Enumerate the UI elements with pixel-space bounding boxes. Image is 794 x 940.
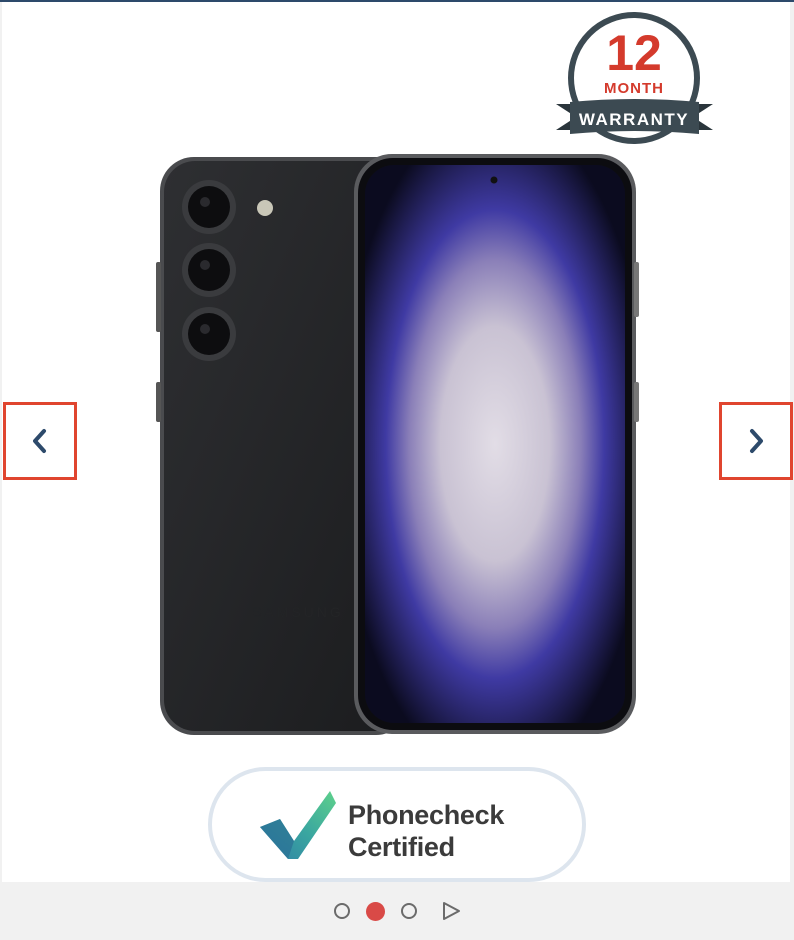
front-camera-icon: [490, 176, 498, 184]
product-gallery: SAMSUNG 12 MONTH WARRANTY Phonecheck Cer…: [2, 2, 793, 882]
next-image-button[interactable]: [719, 402, 793, 480]
certified-line-1: Phonecheck: [348, 800, 505, 830]
phonecheck-certified-badge: Phonecheck Certified: [208, 767, 586, 882]
product-image: SAMSUNG: [156, 154, 639, 735]
play-icon[interactable]: [441, 901, 461, 921]
pagination-dot-1[interactable]: [333, 903, 350, 919]
certified-line-2: Certified: [348, 832, 455, 862]
camera-lens-2: [182, 243, 236, 297]
camera-lens-3: [182, 307, 236, 361]
previous-image-button[interactable]: [3, 402, 77, 480]
pagination-dot-2[interactable]: [365, 901, 385, 921]
warranty-unit: MONTH: [604, 80, 664, 97]
chevron-left-icon: [33, 429, 46, 453]
pagination-dot-3[interactable]: [400, 903, 417, 919]
chevron-right-icon: [750, 429, 763, 453]
warranty-number: 12: [606, 25, 662, 81]
carousel-pagination: [0, 896, 794, 926]
warranty-badge: 12 MONTH WARRANTY: [556, 12, 713, 144]
warranty-label: WARRANTY: [579, 110, 689, 129]
brand-engraving: SAMSUNG: [252, 604, 344, 620]
checkmark-icon: [260, 791, 336, 859]
camera-lens-1: [182, 180, 236, 234]
flash-icon: [257, 200, 273, 216]
